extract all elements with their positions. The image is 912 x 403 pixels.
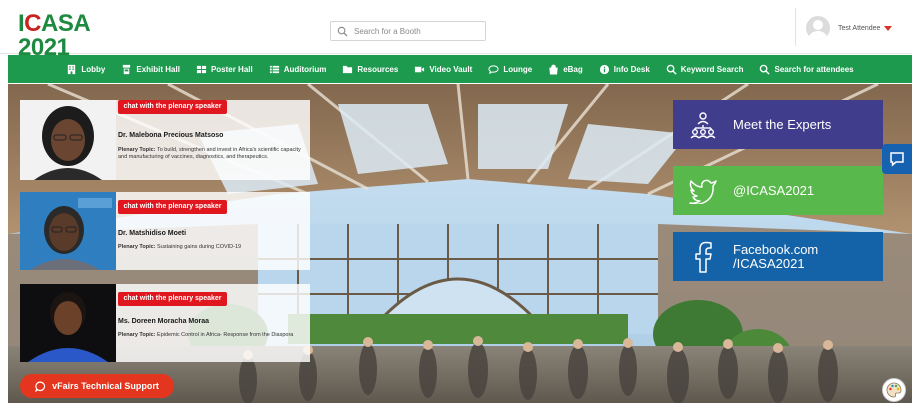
nav-keyword-search[interactable]: Keyword Search xyxy=(666,64,744,75)
nav-poster-hall[interactable]: Poster Hall xyxy=(196,64,253,75)
twitter-handle: @ICASA2021 xyxy=(733,182,815,198)
speaker-photo xyxy=(20,284,116,362)
folder-icon xyxy=(343,65,353,73)
chat-icon xyxy=(488,64,499,74)
search-icon xyxy=(666,64,677,75)
twitter-icon xyxy=(685,173,721,209)
nav-search-attendees[interactable]: Search for attendees xyxy=(759,64,854,75)
meet-the-experts-button[interactable]: Meet the Experts xyxy=(673,100,883,149)
header: ICASA 2021 DURBAN, SOUTH AFRICA | 6-11 D… xyxy=(0,0,912,67)
topic-label: Plenary Topic: xyxy=(118,147,156,153)
facebook-button[interactable]: Facebook.com /ICASA2021 xyxy=(673,232,883,281)
logo-text: ICASA 2021 xyxy=(18,10,90,61)
nav-lobby[interactable]: Lobby xyxy=(66,64,105,75)
chat-with-speaker-button[interactable]: chat with the plenary speaker xyxy=(118,292,227,306)
topic-text: Sustaining gains during COVID-19 xyxy=(157,244,242,250)
nav-lounge[interactable]: Lounge xyxy=(488,64,532,75)
icasa-logo[interactable]: ICASA 2021 DURBAN, SOUTH AFRICA | 6-11 D… xyxy=(18,12,110,67)
speaker-topic: Plenary Topic: Sustaining gains during C… xyxy=(118,244,306,251)
topic-label: Plenary Topic: xyxy=(118,332,156,338)
facebook-line-2: /ICASA2021 xyxy=(733,255,805,271)
technical-support-button[interactable]: vFairs Technical Support xyxy=(20,374,174,398)
nav-label: Resources xyxy=(357,64,399,74)
experts-icon xyxy=(685,107,721,143)
chat-bubble-icon xyxy=(35,381,46,392)
accessibility-palette-button[interactable] xyxy=(882,378,906,402)
topic-text: Epidemic Control in Africa- Response fro… xyxy=(157,332,294,338)
nav-label: Exhibit Hall xyxy=(136,64,180,74)
avatar xyxy=(806,16,830,40)
caret-down-icon[interactable] xyxy=(884,25,893,31)
support-label: vFairs Technical Support xyxy=(52,381,159,391)
speaker-photo xyxy=(20,100,116,180)
search-icon xyxy=(337,26,348,37)
chat-panel-toggle[interactable] xyxy=(882,144,912,174)
speaker-card-3[interactable]: chat with the plenary speaker Ms. Doreen… xyxy=(20,284,310,362)
speaker-name: Ms. Doreen Moracha Moraa xyxy=(118,318,210,325)
nav-resources[interactable]: Resources xyxy=(342,64,398,75)
user-divider xyxy=(795,8,796,46)
nav-exhibit-hall[interactable]: Exhibit Hall xyxy=(121,64,180,75)
experts-label: Meet the Experts xyxy=(733,116,832,132)
booth-icon xyxy=(123,64,131,74)
facebook-label: Facebook.com /ICASA2021 xyxy=(733,241,819,271)
speaker-name: Dr. Matshidiso Moeti xyxy=(118,230,187,237)
nav-ebag[interactable]: eBag xyxy=(548,64,583,75)
speaker-card-2[interactable]: chat with the plenary speaker Dr. Matshi… xyxy=(20,192,310,270)
speaker-topic: Plenary Topic: Epidemic Control in Afric… xyxy=(118,332,306,339)
topic-label: Plenary Topic: xyxy=(118,244,156,250)
speaker-photo xyxy=(20,192,116,270)
video-icon xyxy=(415,66,425,72)
user-menu[interactable]: Test Attendee xyxy=(806,14,893,42)
nav-info-desk[interactable]: Info Desk xyxy=(599,64,650,75)
nav-label: Lounge xyxy=(503,64,533,74)
message-icon xyxy=(890,152,904,167)
speaker-card-1[interactable]: chat with the plenary speaker Dr. Malebo… xyxy=(20,100,310,180)
nav-label: eBag xyxy=(563,64,583,74)
list-icon xyxy=(269,65,279,73)
booth-search-box[interactable] xyxy=(330,21,486,41)
bag-icon xyxy=(549,64,558,75)
building-icon xyxy=(68,64,76,74)
info-icon xyxy=(599,64,609,74)
nav-label: Keyword Search xyxy=(680,64,744,74)
grid-icon xyxy=(196,65,207,73)
nav-label: Auditorium xyxy=(283,64,327,74)
search-icon xyxy=(760,64,771,75)
palette-icon xyxy=(886,382,902,398)
chat-with-speaker-button[interactable]: chat with the plenary speaker xyxy=(118,100,227,114)
nav-label: Lobby xyxy=(81,64,106,74)
nav-video-vault[interactable]: Video Vault xyxy=(414,64,472,75)
twitter-button[interactable]: @ICASA2021 xyxy=(673,166,883,215)
user-name: Test Attendee xyxy=(838,24,881,32)
facebook-line-1: Facebook.com xyxy=(733,241,819,257)
nav-auditorium[interactable]: Auditorium xyxy=(269,64,327,75)
main-nav: Lobby Exhibit Hall Poster Hall Auditoriu… xyxy=(8,55,912,83)
speaker-name: Dr. Malebona Precious Matsoso xyxy=(118,132,224,139)
nav-label: Poster Hall xyxy=(210,64,253,74)
nav-label: Search for attendees xyxy=(774,64,854,74)
chat-with-speaker-button[interactable]: chat with the plenary speaker xyxy=(118,200,227,214)
nav-label: Video Vault xyxy=(429,64,473,74)
booth-search-input[interactable] xyxy=(354,26,484,36)
speaker-topic: Plenary Topic: To build, strengthen and … xyxy=(118,147,306,161)
facebook-icon xyxy=(685,239,721,275)
nav-label: Info Desk xyxy=(613,64,650,74)
